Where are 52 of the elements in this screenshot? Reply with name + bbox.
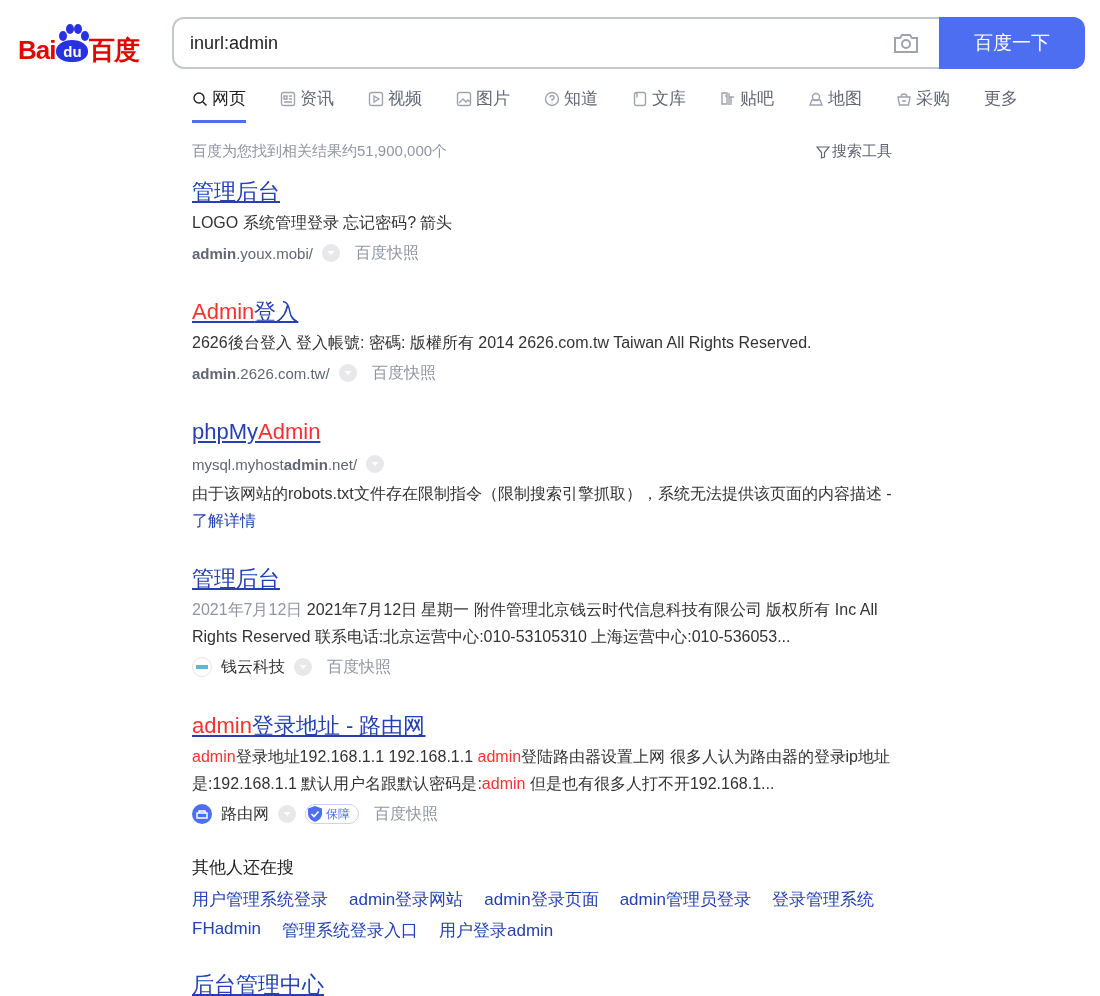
nav-tab[interactable]: 文库: [632, 83, 686, 123]
result-url: admin.youx.mobi/: [192, 244, 313, 262]
play-icon: [368, 90, 384, 107]
result-title-link[interactable]: 管理后台: [192, 177, 280, 207]
search-tools-link[interactable]: 搜索工具: [816, 142, 892, 161]
result-description: 2626後台登入 登入帳號: 密碼: 版權所有 2014 2626.com.tw Taiwan All Rights Reserved.: [192, 333, 813, 353]
baidu-logo[interactable]: Bai du 百度: [18, 21, 150, 65]
result-description: admin登录地址192.168.1.1 192.168.1.1 admin登陆路由器设置上网 很多人认为路由器的登录ip地址是:192.168.1.1 默认用户名跟默认密码是:admin 但是也有很多人打不开192.168.1...: [192, 747, 891, 794]
nav-tab[interactable]: 更多: [984, 83, 1018, 123]
nav-tab[interactable]: 贴吧: [720, 83, 774, 123]
related-search-link[interactable]: admin登录网站: [349, 888, 464, 911]
nav-tab[interactable]: 视频: [368, 83, 422, 123]
related-search-link[interactable]: 用户管理系统登录: [192, 888, 328, 911]
result-title-link[interactable]: Admin登入: [192, 297, 299, 327]
nav-tab[interactable]: 知道: [544, 83, 598, 123]
news-icon: [280, 90, 296, 107]
search-icon: [192, 90, 208, 107]
question-icon: [544, 90, 560, 107]
source-name: 钱云科技: [221, 656, 285, 677]
result-description: 由于该网站的robots.txt文件存在限制指令（限制搜索引擎抓取），系统无法提供该页面的内容描述 - 了解详情: [192, 484, 893, 531]
nav-tab[interactable]: 资讯: [280, 83, 334, 123]
result-count: 百度为您找到相关结果约51,900,000个: [192, 142, 448, 161]
nav-tab[interactable]: 采购: [896, 83, 950, 123]
result-url: mysql.myhostadmin.net/: [192, 455, 358, 473]
search-field[interactable]: inurl:admin 百度一下: [172, 17, 1085, 69]
site-favicon-icon: [192, 657, 212, 677]
nav-tab[interactable]: 地图: [808, 83, 862, 123]
related-search-link[interactable]: FHadmin: [192, 919, 261, 942]
result-title-link[interactable]: 管理后台: [192, 564, 280, 594]
router-icon: [192, 804, 212, 824]
nav-tab[interactable]: 网页: [192, 83, 246, 123]
camera-icon[interactable]: [893, 32, 919, 54]
basket-icon: [896, 90, 912, 107]
learn-more-link[interactable]: 了解详情: [192, 512, 256, 529]
nav-tab[interactable]: 图片: [456, 83, 510, 123]
result-title-link[interactable]: admin登录地址 - 路由网: [192, 711, 426, 741]
related-search-link[interactable]: admin管理员登录: [619, 888, 751, 911]
image-icon: [456, 90, 472, 107]
result-title-link[interactable]: 后台管理中心: [192, 970, 324, 996]
related-search-link[interactable]: 登录管理系统: [771, 888, 874, 911]
related-search-link[interactable]: admin登录页面: [484, 888, 599, 911]
result-description: LOGO 系统管理登录 忘记密码? 箭头: [192, 213, 454, 233]
document-icon: [632, 90, 648, 107]
search-button[interactable]: 百度一下: [939, 17, 1085, 69]
result-url: admin.2626.com.tw/: [192, 364, 330, 382]
source-name: 路由网: [221, 803, 269, 824]
filter-icon: [816, 144, 830, 159]
related-searches-heading: 其他人还在搜: [192, 857, 295, 879]
result-title-link[interactable]: phpMyAdmin: [192, 417, 321, 447]
related-search-link[interactable]: 管理系统登录入口: [281, 919, 418, 942]
result-description: 2021年7月12日 2021年7月12日 星期一 附件管理北京钱云时代信息科技有限公司 版权所有 Inc All Rights Reserved 联系电话:北京运营中心:010-53105310 上海运营中心:010-536053...: [192, 600, 879, 647]
related-search-link[interactable]: 用户登录admin: [438, 919, 554, 942]
